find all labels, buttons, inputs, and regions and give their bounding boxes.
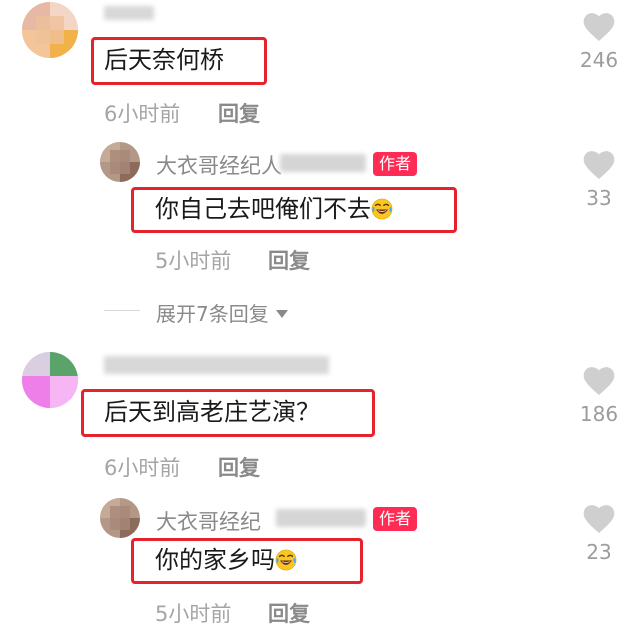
username[interactable]: ▒▒▒▒▒▒▒▒▒▒▒ — [104, 356, 329, 374]
reply-time: 5小时前 — [155, 249, 232, 273]
like-count: 186 — [579, 402, 619, 426]
reply-avatar[interactable] — [100, 142, 140, 182]
like-count: 23 — [586, 540, 612, 564]
author-badge: 作者 — [373, 507, 418, 531]
reply-button[interactable]: 回复 — [218, 98, 260, 128]
heart-icon — [583, 504, 615, 534]
expand-replies-label: 展开7条回复 — [156, 302, 269, 326]
avatar[interactable] — [22, 352, 78, 408]
comment-time: 6小时前 — [104, 102, 181, 126]
heart-icon — [583, 366, 615, 396]
reply-username[interactable]: 大衣哥经纪 — [156, 506, 261, 536]
username[interactable]: ▒▒▒ — [104, 6, 154, 20]
heart-icon — [583, 150, 615, 180]
heart-icon — [583, 12, 615, 42]
reply-username[interactable]: 大衣哥经纪人 — [156, 150, 282, 180]
avatar-image — [100, 498, 140, 538]
like-button[interactable]: 23 — [577, 504, 621, 564]
username-blur — [276, 509, 366, 527]
expand-divider — [104, 310, 140, 311]
comment-text: 后天到高老庄艺演？ — [104, 398, 320, 426]
author-badge: 作者 — [373, 152, 418, 176]
like-button[interactable]: 33 — [577, 150, 621, 210]
reply-text-content: 你的家乡吗 — [155, 546, 275, 574]
avatar-image — [100, 142, 140, 182]
reply-button[interactable]: 回复 — [268, 598, 310, 628]
like-count: 246 — [579, 48, 619, 72]
like-button[interactable]: 246 — [577, 12, 621, 72]
username-blur — [280, 154, 366, 172]
avatar-image — [22, 352, 78, 408]
avatar[interactable] — [22, 2, 78, 58]
avatar-image — [22, 2, 78, 58]
comment-text: 后天奈何桥 — [104, 46, 224, 74]
laughing-crying-emoji-icon — [275, 549, 297, 571]
like-button[interactable]: 186 — [577, 366, 621, 426]
reply-text-content: 你自己去吧俺们不去 — [155, 195, 371, 223]
laughing-crying-emoji-icon — [371, 198, 393, 220]
reply-button[interactable]: 回复 — [218, 452, 260, 482]
comment-time: 6小时前 — [104, 456, 181, 480]
like-count: 33 — [586, 186, 612, 210]
expand-replies-button[interactable]: 展开7条回复 — [156, 298, 289, 327]
caret-down-icon — [276, 310, 289, 318]
reply-button[interactable]: 回复 — [268, 245, 310, 275]
reply-text: 你的家乡吗 — [155, 548, 297, 572]
reply-text: 你自己去吧俺们不去 — [155, 197, 393, 221]
reply-avatar[interactable] — [100, 498, 140, 538]
reply-time: 5小时前 — [155, 602, 232, 626]
